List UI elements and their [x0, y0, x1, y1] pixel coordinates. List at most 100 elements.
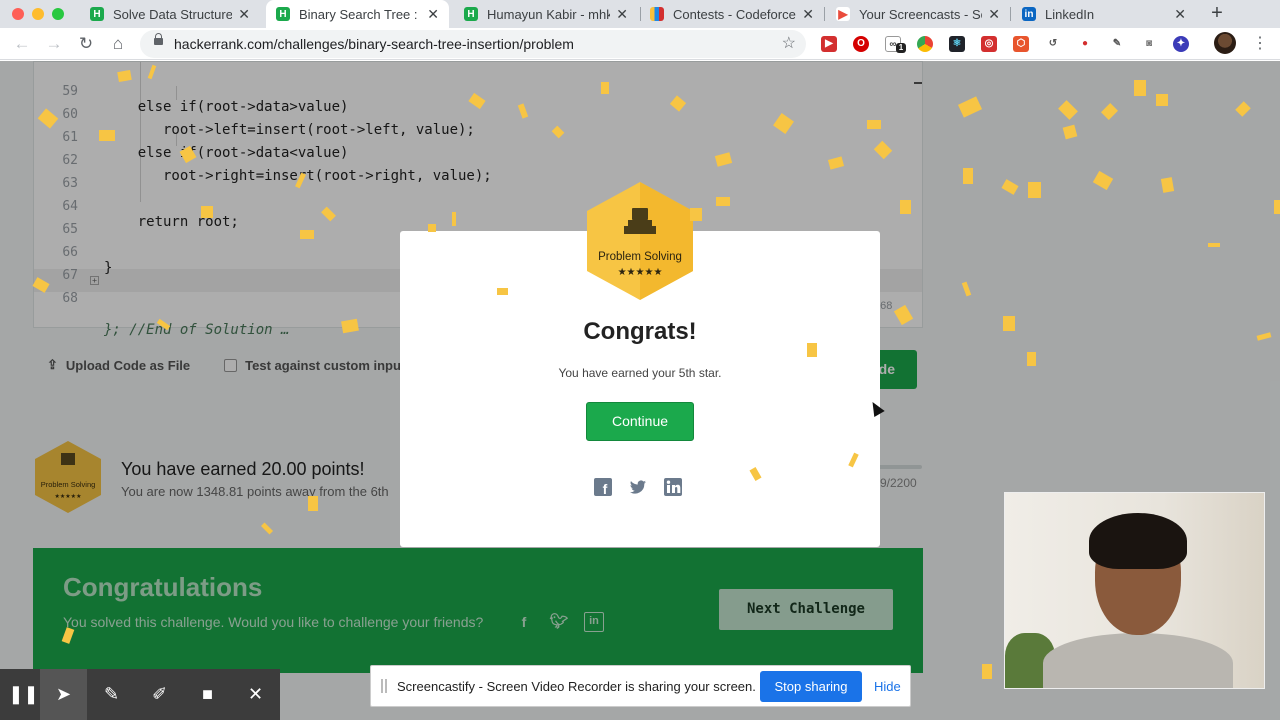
tab-label: Your Screencasts - Screencast — [859, 6, 982, 22]
hackerrank-icon: H — [90, 7, 104, 21]
tab-label: Contests - Codeforces — [673, 6, 797, 22]
bookmark-star-icon[interactable]: ☆ — [782, 33, 796, 53]
linkedin-icon: in — [1022, 7, 1036, 21]
confetti-piece — [867, 120, 881, 129]
home-icon[interactable]: ⌂ — [106, 32, 130, 56]
modal-badge-stars: ★★★★★ — [618, 267, 663, 278]
webcam-toggle-icon[interactable]: ■ — [184, 669, 231, 720]
extension-icon[interactable]: ▶ — [821, 36, 837, 52]
confetti-piece — [201, 206, 213, 218]
tab-label: LinkedIn — [1045, 6, 1095, 22]
cursor-tool-icon[interactable]: ➤ — [40, 669, 87, 720]
extension-icon[interactable]: O — [853, 36, 869, 52]
confetti-piece — [1156, 94, 1168, 106]
confetti-piece — [1134, 80, 1146, 96]
problem-solving-badge: Problem Solving ★★★★★ — [587, 182, 693, 300]
tab-label: Solve Data Structures | Hack — [113, 6, 233, 22]
confetti-piece — [1208, 243, 1220, 247]
tab-screencasts[interactable]: ▶ Your Screencasts - Screencast ✕ — [826, 0, 1010, 28]
close-window-icon[interactable] — [12, 8, 24, 20]
tab-codeforces[interactable]: Contests - Codeforces ✕ — [640, 0, 824, 28]
highlighter-icon[interactable]: ✐ — [136, 669, 183, 720]
sharing-message: Screencastify - Screen Video Recorder is… — [397, 679, 756, 694]
tab-linkedin[interactable]: in LinkedIn ✕ — [1012, 0, 1196, 28]
confetti-piece — [1160, 177, 1175, 193]
extension-icon[interactable]: ◎ — [981, 36, 997, 52]
forward-arrow-icon[interactable]: → — [42, 32, 66, 56]
close-tab-icon[interactable]: ✕ — [988, 6, 1000, 23]
new-tab-button[interactable]: + — [1207, 0, 1227, 28]
tab-strip: H Solve Data Structures | Hack ✕ H Binar… — [0, 0, 1280, 28]
address-bar[interactable]: hackerrank.com/challenges/binary-search-… — [140, 30, 806, 58]
webcam-preview[interactable] — [1004, 492, 1265, 689]
confetti-piece — [308, 496, 318, 511]
modal-title: Congrats! — [583, 318, 697, 345]
facebook-icon[interactable]: f — [593, 477, 613, 497]
tab-separator — [1010, 7, 1011, 21]
confetti-piece — [716, 197, 730, 206]
confetti-piece — [497, 288, 508, 295]
recorder-toolbar: ❚❚ ➤ ✎ ✐ ■ ✕ — [0, 669, 280, 720]
more-menu-icon[interactable]: ⋮ — [1252, 33, 1268, 53]
confetti-piece — [1274, 200, 1280, 214]
confetti-piece — [1028, 182, 1041, 198]
confetti-piece — [601, 82, 609, 94]
confetti-piece — [452, 212, 456, 226]
modal-subtitle: You have earned your 5th star. — [558, 366, 722, 380]
extension-icon[interactable]: ● — [1077, 36, 1093, 52]
lock-icon — [154, 33, 163, 45]
linkedin-icon[interactable] — [663, 477, 683, 497]
camera-icon[interactable]: ◙ — [1141, 36, 1157, 52]
back-arrow-icon[interactable]: ← — [10, 32, 34, 56]
twitter-icon[interactable] — [628, 477, 648, 497]
close-tab-icon[interactable]: ✕ — [427, 6, 439, 23]
tab-label: Humayun Kabir - mhkabir — [487, 6, 611, 22]
confetti-piece — [99, 130, 115, 141]
hackerrank-icon: H — [464, 7, 478, 21]
chrome-extension-icon[interactable] — [917, 36, 933, 52]
tab-humayun-kabir[interactable]: H Humayun Kabir - mhkabir ✕ — [454, 0, 638, 28]
stop-sharing-button[interactable]: Stop sharing — [760, 671, 862, 702]
close-tab-icon[interactable]: ✕ — [802, 6, 814, 23]
extension-icon[interactable]: ✦ — [1173, 36, 1189, 52]
browser-toolbar: ← → ↻ ⌂ hackerrank.com/challenges/binary… — [0, 28, 1280, 60]
close-tab-icon[interactable]: ✕ — [238, 6, 250, 23]
hackerrank-icon: H — [276, 7, 290, 21]
confetti-piece — [1003, 316, 1015, 331]
pen-tool-icon[interactable]: ✎ — [88, 669, 135, 720]
close-toolbar-icon[interactable]: ✕ — [232, 669, 279, 720]
screencastify-icon: ▶ — [836, 7, 850, 21]
drag-handle-icon[interactable] — [381, 679, 387, 693]
continue-button[interactable]: Continue — [586, 402, 694, 441]
url-text[interactable]: hackerrank.com/challenges/binary-search-… — [174, 36, 574, 52]
reload-icon[interactable]: ↻ — [74, 32, 98, 56]
confetti-piece — [690, 208, 702, 221]
confetti-piece — [807, 343, 817, 357]
extension-icon[interactable]: ⬡ — [1013, 36, 1029, 52]
close-tab-icon[interactable]: ✕ — [1174, 6, 1186, 23]
codeforces-icon — [650, 7, 664, 21]
webcam-person-hair — [1089, 513, 1187, 569]
extension-badge: 1 — [896, 43, 906, 53]
tab-label: Binary Search Tree : Insert — [299, 6, 421, 22]
tab-binary-search-tree[interactable]: H Binary Search Tree : Insert ✕ — [266, 0, 449, 28]
extension-icon[interactable]: ✎ — [1109, 36, 1125, 52]
confetti-piece — [963, 168, 973, 184]
confetti-piece — [982, 664, 992, 679]
react-devtools-icon[interactable]: ⚛ — [949, 36, 965, 52]
confetti-piece — [900, 200, 911, 214]
close-tab-icon[interactable]: ✕ — [616, 6, 628, 23]
webcam-person-shirt — [1043, 633, 1233, 688]
confetti-piece — [428, 224, 436, 232]
confetti-piece — [1027, 352, 1036, 366]
minimize-window-icon[interactable] — [32, 8, 44, 20]
history-icon[interactable]: ↺ — [1045, 36, 1061, 52]
tab-separator — [824, 7, 825, 21]
tab-solve-data-structures[interactable]: H Solve Data Structures | Hack ✕ — [80, 0, 260, 28]
profile-avatar[interactable] — [1214, 32, 1236, 54]
hide-button[interactable]: Hide — [874, 679, 901, 694]
screen-sharing-bar: Screencastify - Screen Video Recorder is… — [370, 665, 911, 707]
maximize-window-icon[interactable] — [52, 8, 64, 20]
modal-badge-label: Problem Solving — [598, 251, 682, 263]
svg-text:f: f — [603, 481, 608, 497]
